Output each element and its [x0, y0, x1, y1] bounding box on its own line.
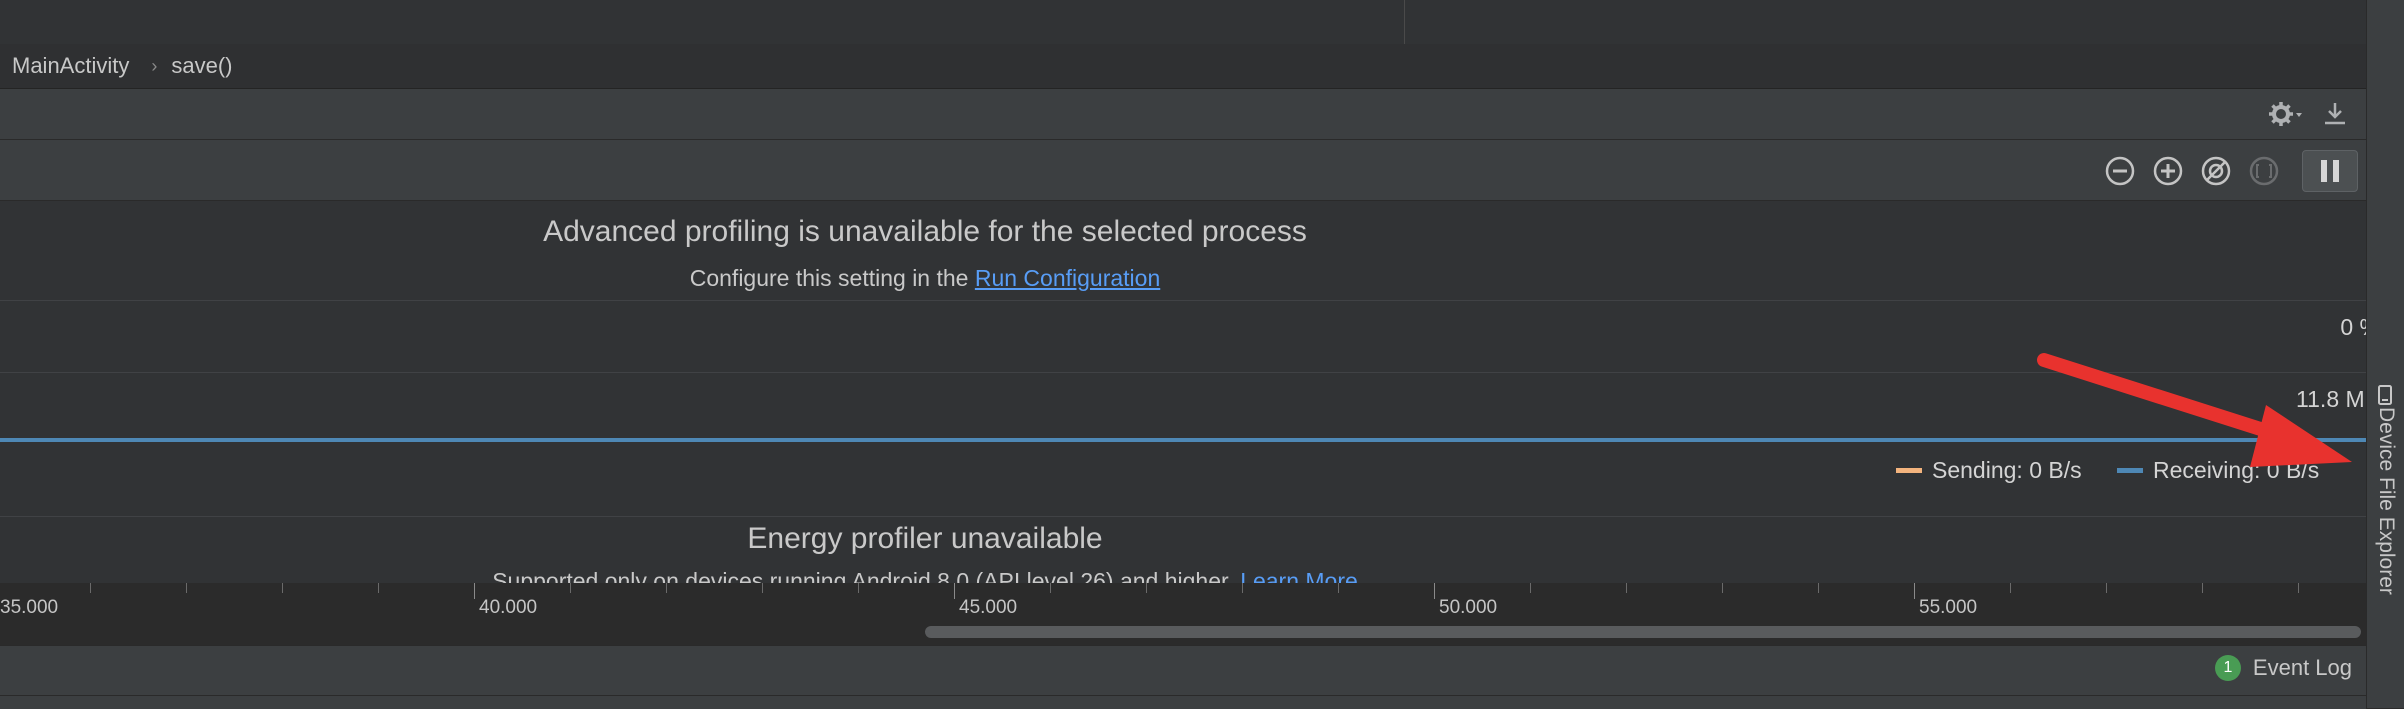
timeline-scrollbar[interactable]	[925, 626, 2361, 638]
minor-tick	[1338, 583, 1339, 593]
minor-tick	[666, 583, 667, 593]
breadcrumb-item-save[interactable]: save()	[171, 53, 232, 79]
minor-tick	[1050, 583, 1051, 593]
device-file-explorer-tab[interactable]: Device File Explorer	[2368, 383, 2402, 623]
run-configuration-link[interactable]: Run Configuration	[975, 265, 1160, 291]
zoom-out-icon[interactable]	[2104, 155, 2136, 187]
minor-tick	[2298, 583, 2299, 593]
status-bar	[0, 695, 2366, 709]
sending-swatch	[1896, 468, 1922, 473]
event-log-count-badge: 1	[2214, 655, 2241, 681]
device-file-explorer-label: Device File Explorer	[2375, 407, 2398, 595]
reset-zoom-icon[interactable]	[2200, 155, 2232, 187]
advanced-profiling-text: Configure this setting in the	[689, 265, 975, 291]
editor-tab-bar	[0, 0, 2366, 45]
time-label-45000: 45.000	[959, 597, 1018, 618]
minor-tick	[282, 583, 283, 593]
tool-window-header	[0, 89, 2366, 140]
minor-tick	[1626, 583, 1627, 593]
minor-tick	[858, 583, 859, 593]
time-label-55000: 55.000	[1919, 597, 1978, 618]
breadcrumb-separator-icon: ›	[151, 55, 158, 76]
tab-divider	[1404, 0, 1405, 44]
device-icon	[2378, 385, 2392, 405]
major-tick	[1434, 583, 1435, 599]
major-tick	[954, 583, 955, 599]
time-label-40000: 40.000	[479, 597, 538, 618]
minor-tick	[90, 583, 91, 593]
timeline-axis: 35.000 40.000 45.000 50.000 55.000	[0, 583, 2366, 618]
minor-tick	[570, 583, 571, 593]
minor-tick	[762, 583, 763, 593]
zoom-to-selection-icon[interactable]	[2248, 155, 2280, 187]
minor-tick	[378, 583, 379, 593]
pause-icon	[2321, 160, 2339, 182]
bottom-tool-bar	[0, 645, 2366, 696]
breadcrumb-item-mainactivity[interactable]: MainActivity	[12, 53, 129, 79]
network-receiving-line	[0, 438, 2366, 442]
minor-tick	[2202, 583, 2203, 593]
gear-icon[interactable]	[2268, 100, 2304, 128]
download-icon[interactable]	[2322, 100, 2348, 128]
minor-tick	[1146, 583, 1147, 593]
minor-tick	[1722, 583, 1723, 593]
minor-tick	[2106, 583, 2107, 593]
annotation-arrow	[2037, 353, 2352, 467]
minor-tick	[1242, 583, 1243, 593]
pause-button[interactable]	[2302, 150, 2358, 192]
lane-divider	[0, 372, 2366, 373]
time-label-35000: 35.000	[0, 597, 59, 618]
event-log-button[interactable]: 1 Event Log	[2214, 655, 2352, 681]
major-tick	[474, 583, 475, 599]
advanced-profiling-title: Advanced profiling is unavailable for th…	[543, 215, 1307, 248]
time-label-50000: 50.000	[1439, 597, 1498, 618]
lane-divider	[0, 516, 2366, 517]
lane-divider	[0, 300, 2366, 301]
minor-tick	[186, 583, 187, 593]
profiler-toolbar	[0, 140, 2366, 201]
minor-tick	[1530, 583, 1531, 593]
minor-tick	[1818, 583, 1819, 593]
event-log-label: Event Log	[2252, 655, 2352, 680]
energy-profiler-title: Energy profiler unavailable	[747, 522, 1103, 555]
breadcrumb: MainActivity › save()	[0, 44, 2366, 89]
minor-tick	[2010, 583, 2011, 593]
advanced-profiling-subtitle: Configure this setting in the Run Config…	[0, 265, 1850, 292]
major-tick	[1914, 583, 1915, 599]
zoom-in-icon[interactable]	[2152, 155, 2184, 187]
